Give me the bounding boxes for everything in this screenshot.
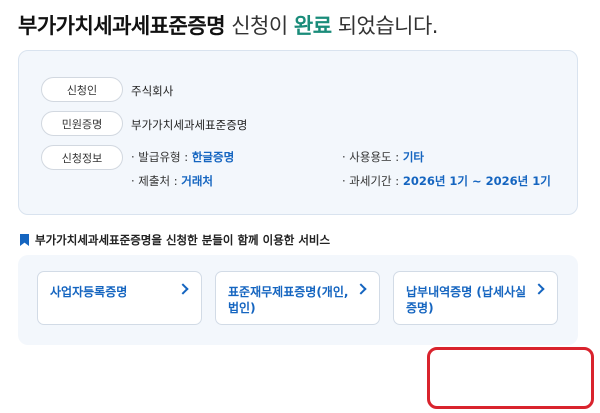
application-info-card: 신청인 주식회사 민원증명 부가가치세과세표준증명 신청정보 · 발급유형 : … — [18, 50, 578, 215]
tax-period-label: · 과세기간 : — [342, 174, 400, 188]
request-info-label: 신청정보 — [41, 145, 123, 170]
chevron-right-icon — [177, 283, 189, 295]
related-services-heading: 부가가치세과세표준증명을 신청한 분들이 함께 이용한 서비스 — [20, 232, 330, 248]
related-services-title: 부가가치세과세표준증명을 신청한 분들이 함께 이용한 서비스 — [35, 233, 331, 247]
usage-label: · 사용용도 : — [342, 150, 400, 164]
document-label: 민원증명 — [41, 111, 123, 136]
tax-period: · 과세기간 : 2026년 1기 ~ 2026년 1기 — [342, 173, 551, 189]
applicant-label: 신청인 — [41, 77, 123, 102]
usage: · 사용용도 : 기타 — [342, 149, 424, 165]
completion-headline: 부가가치세과세표준증명 신청이 완료 되었습니다. — [18, 10, 438, 40]
submit-to-label: · 제출처 : — [131, 174, 178, 188]
headline-middle: 신청이 — [231, 14, 288, 38]
submit-to-value: 거래처 — [181, 174, 213, 188]
service-payment-history[interactable]: 납부내역증명 (납세사실증명) — [393, 271, 558, 325]
service-label: 납부내역증명 (납세사실증명) — [406, 285, 527, 315]
usage-value: 기타 — [402, 150, 424, 164]
tax-period-value: 2026년 1기 ~ 2026년 1기 — [402, 174, 551, 188]
service-label: 표준재무제표증명(개인, 법인) — [228, 285, 349, 315]
highlight-box — [427, 347, 594, 409]
submit-to: · 제출처 : 거래처 — [131, 173, 213, 189]
headline-complete: 완료 — [293, 14, 332, 38]
applicant-value: 주식회사 — [131, 84, 174, 98]
certificate-name: 부가가치세과세표준증명 — [18, 14, 226, 38]
issue-type-label: · 발급유형 : — [131, 150, 189, 164]
service-label: 사업자등록증명 — [50, 285, 128, 299]
chevron-right-icon — [533, 283, 545, 295]
chevron-right-icon — [355, 283, 367, 295]
service-business-registration[interactable]: 사업자등록증명 — [37, 271, 202, 325]
related-services-panel: 사업자등록증명 표준재무제표증명(개인, 법인) 납부내역증명 (납세사실증명) — [18, 255, 578, 345]
issue-type: · 발급유형 : 한글증명 — [131, 149, 234, 165]
headline-tail: 되었습니다. — [337, 14, 439, 38]
bookmark-icon — [20, 234, 29, 246]
service-financial-statements[interactable]: 표준재무제표증명(개인, 법인) — [215, 271, 380, 325]
document-value: 부가가치세과세표준증명 — [131, 118, 248, 132]
issue-type-value: 한글증명 — [191, 150, 235, 164]
